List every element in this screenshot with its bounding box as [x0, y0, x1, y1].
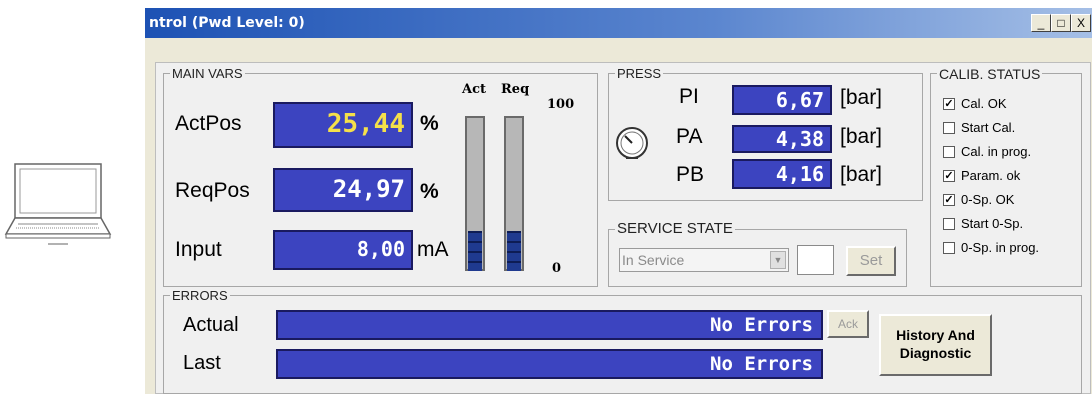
- pi-label: PI: [679, 85, 699, 108]
- title-bar: ntrol (Pwd Level: 0) _ □ X: [145, 8, 1092, 38]
- errors-group: ERRORS Actual No Errors Ack Last No Erro…: [163, 288, 1082, 394]
- req-position-bar: [504, 116, 524, 271]
- pb-unit: [bar]: [840, 163, 883, 186]
- calib-status-group: CALIB. STATUS ✓ Cal. OK Start Cal. Cal. in …: [930, 66, 1082, 287]
- window-title: ntrol (Pwd Level: 0): [149, 15, 305, 31]
- act-bar-header: Act: [462, 82, 487, 97]
- service-state-group: SERVICE STATE In Service ▼ Set: [608, 220, 907, 287]
- bar-segment: [507, 241, 521, 251]
- bar-segment: [468, 251, 482, 261]
- calib-checkbox[interactable]: [943, 146, 955, 158]
- calib-checkbox-label: 0-Sp. in prog.: [961, 240, 1040, 255]
- calib-checkbox-label: Start Cal.: [961, 120, 1016, 135]
- pb-display: 4,16: [732, 159, 832, 189]
- main-vars-group: MAIN VARS ActPos 25,44 % ReqPos 24,97 % …: [163, 66, 598, 287]
- bar-segment: [468, 261, 482, 271]
- scale-min-label: 0: [552, 261, 562, 276]
- bar-segment: [507, 251, 521, 261]
- calib-checkbox[interactable]: ✓: [943, 170, 955, 182]
- pi-display: 6,67: [732, 85, 832, 115]
- pa-label: PA: [676, 125, 703, 148]
- laptop-icon: [4, 160, 112, 248]
- actual-error-display: No Errors: [276, 310, 823, 340]
- calib-checkbox[interactable]: ✓: [943, 98, 955, 110]
- calib-checkbox[interactable]: [943, 122, 955, 134]
- close-button[interactable]: X: [1071, 14, 1091, 32]
- service-state-value: In Service: [622, 252, 685, 268]
- control-window: ntrol (Pwd Level: 0) _ □ X MAIN VARS Act…: [145, 8, 1092, 394]
- input-label: Input: [175, 238, 222, 261]
- pb-label: PB: [676, 163, 705, 186]
- service-state-legend: SERVICE STATE: [615, 220, 735, 237]
- pi-unit: [bar]: [840, 86, 883, 109]
- main-vars-legend: MAIN VARS: [170, 66, 245, 81]
- actpos-display: 25,44: [273, 102, 413, 148]
- ack-button[interactable]: Ack: [827, 310, 869, 338]
- service-code-input[interactable]: [797, 245, 834, 275]
- bar-segment: [507, 231, 521, 241]
- scale-max-label: 100: [547, 97, 575, 112]
- actpos-label: ActPos: [175, 112, 242, 135]
- minimize-button[interactable]: _: [1031, 14, 1051, 32]
- bar-segment: [468, 231, 482, 241]
- actpos-unit: %: [420, 112, 439, 135]
- maximize-button[interactable]: □: [1051, 14, 1071, 32]
- last-error-display: No Errors: [276, 349, 823, 379]
- service-state-select[interactable]: In Service ▼: [619, 248, 789, 272]
- calib-checkbox[interactable]: [943, 218, 955, 230]
- errors-legend: ERRORS: [170, 288, 230, 303]
- calib-checkbox[interactable]: [943, 242, 955, 254]
- calib-status-legend: CALIB. STATUS: [937, 66, 1043, 82]
- bar-segment: [507, 261, 521, 271]
- main-panel: MAIN VARS ActPos 25,44 % ReqPos 24,97 % …: [155, 62, 1091, 394]
- calib-checkbox-label: 0-Sp. OK: [961, 192, 1015, 207]
- reqpos-label: ReqPos: [175, 179, 250, 202]
- pressure-gauge-icon: [614, 125, 650, 161]
- bar-segment: [468, 241, 482, 251]
- set-button[interactable]: Set: [846, 246, 896, 276]
- press-group: PRESS PI 6,67 [bar] PA 4,38 [bar] PB 4,1…: [608, 66, 923, 201]
- pa-display: 4,38: [732, 125, 832, 153]
- pa-unit: [bar]: [840, 125, 883, 148]
- act-position-bar: [465, 116, 485, 271]
- input-unit: mA: [417, 238, 449, 261]
- req-bar-header: Req: [501, 82, 530, 97]
- reqpos-input[interactable]: 24,97: [273, 168, 413, 212]
- history-and-diagnostic-button[interactable]: History And Diagnostic: [879, 314, 992, 376]
- last-error-label: Last: [183, 352, 221, 374]
- calib-checkbox-label: Start 0-Sp.: [961, 216, 1024, 231]
- calib-checkbox-label: Cal. OK: [961, 96, 1007, 111]
- reqpos-unit: %: [420, 180, 439, 203]
- input-display: 8,00: [273, 230, 413, 270]
- press-legend: PRESS: [615, 66, 664, 81]
- calib-checkbox-label: Cal. in prog.: [961, 144, 1032, 159]
- actual-error-label: Actual: [183, 314, 239, 336]
- chevron-down-icon[interactable]: ▼: [770, 251, 786, 269]
- calib-checkbox-label: Param. ok: [961, 168, 1021, 183]
- calib-checkbox[interactable]: ✓: [943, 194, 955, 206]
